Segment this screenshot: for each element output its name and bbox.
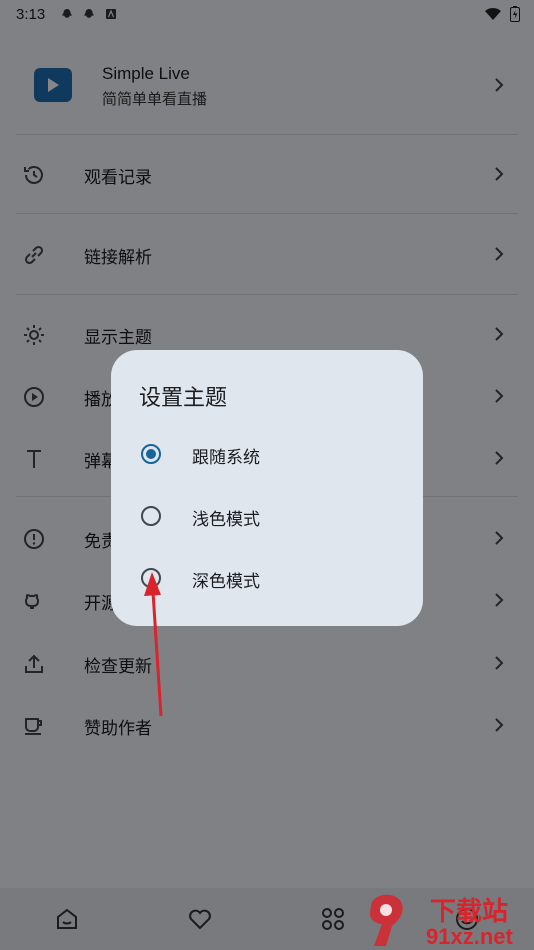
watermark-logo: 下载站 91xz.net — [370, 894, 513, 949]
annotation-arrow — [144, 572, 163, 717]
watermark-text: 下载站 — [430, 896, 508, 926]
watermark-url: 91xz.net — [426, 924, 513, 949]
